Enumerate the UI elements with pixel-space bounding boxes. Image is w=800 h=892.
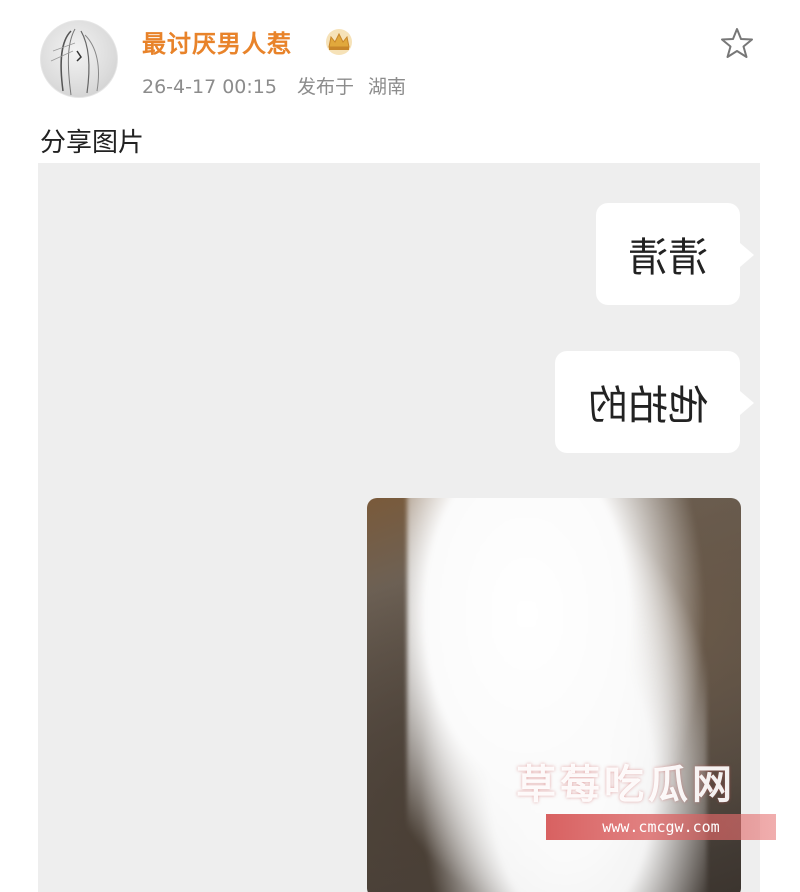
watermark-title: 草莓吃瓜网 — [516, 762, 736, 808]
watermark: 草莓吃瓜网 www.cmcgw.com — [516, 752, 800, 844]
watermark-url: www.cmcgw.com — [546, 814, 776, 840]
post-location: 湖南 — [368, 76, 407, 98]
post-timestamp: 26-4-17 00:15 — [142, 76, 277, 98]
chat-bubble: 他拍的 — [555, 351, 754, 453]
chat-bubble-text: 清清 — [628, 235, 708, 281]
chat-bubble: 清清 — [596, 203, 754, 305]
post-text: 分享图片 — [40, 128, 145, 158]
avatar-sketch-icon — [50, 28, 99, 96]
chat-bubble-text: 他拍的 — [587, 383, 708, 429]
username[interactable]: 最讨厌男人惹 — [142, 24, 292, 59]
post-meta: 26-4-17 00:15 发布于 湖南 — [142, 72, 420, 99]
location-prefix: 发布于 — [297, 76, 355, 98]
avatar[interactable] — [40, 20, 118, 98]
star-icon[interactable] — [720, 26, 754, 60]
crown-icon — [326, 29, 352, 55]
